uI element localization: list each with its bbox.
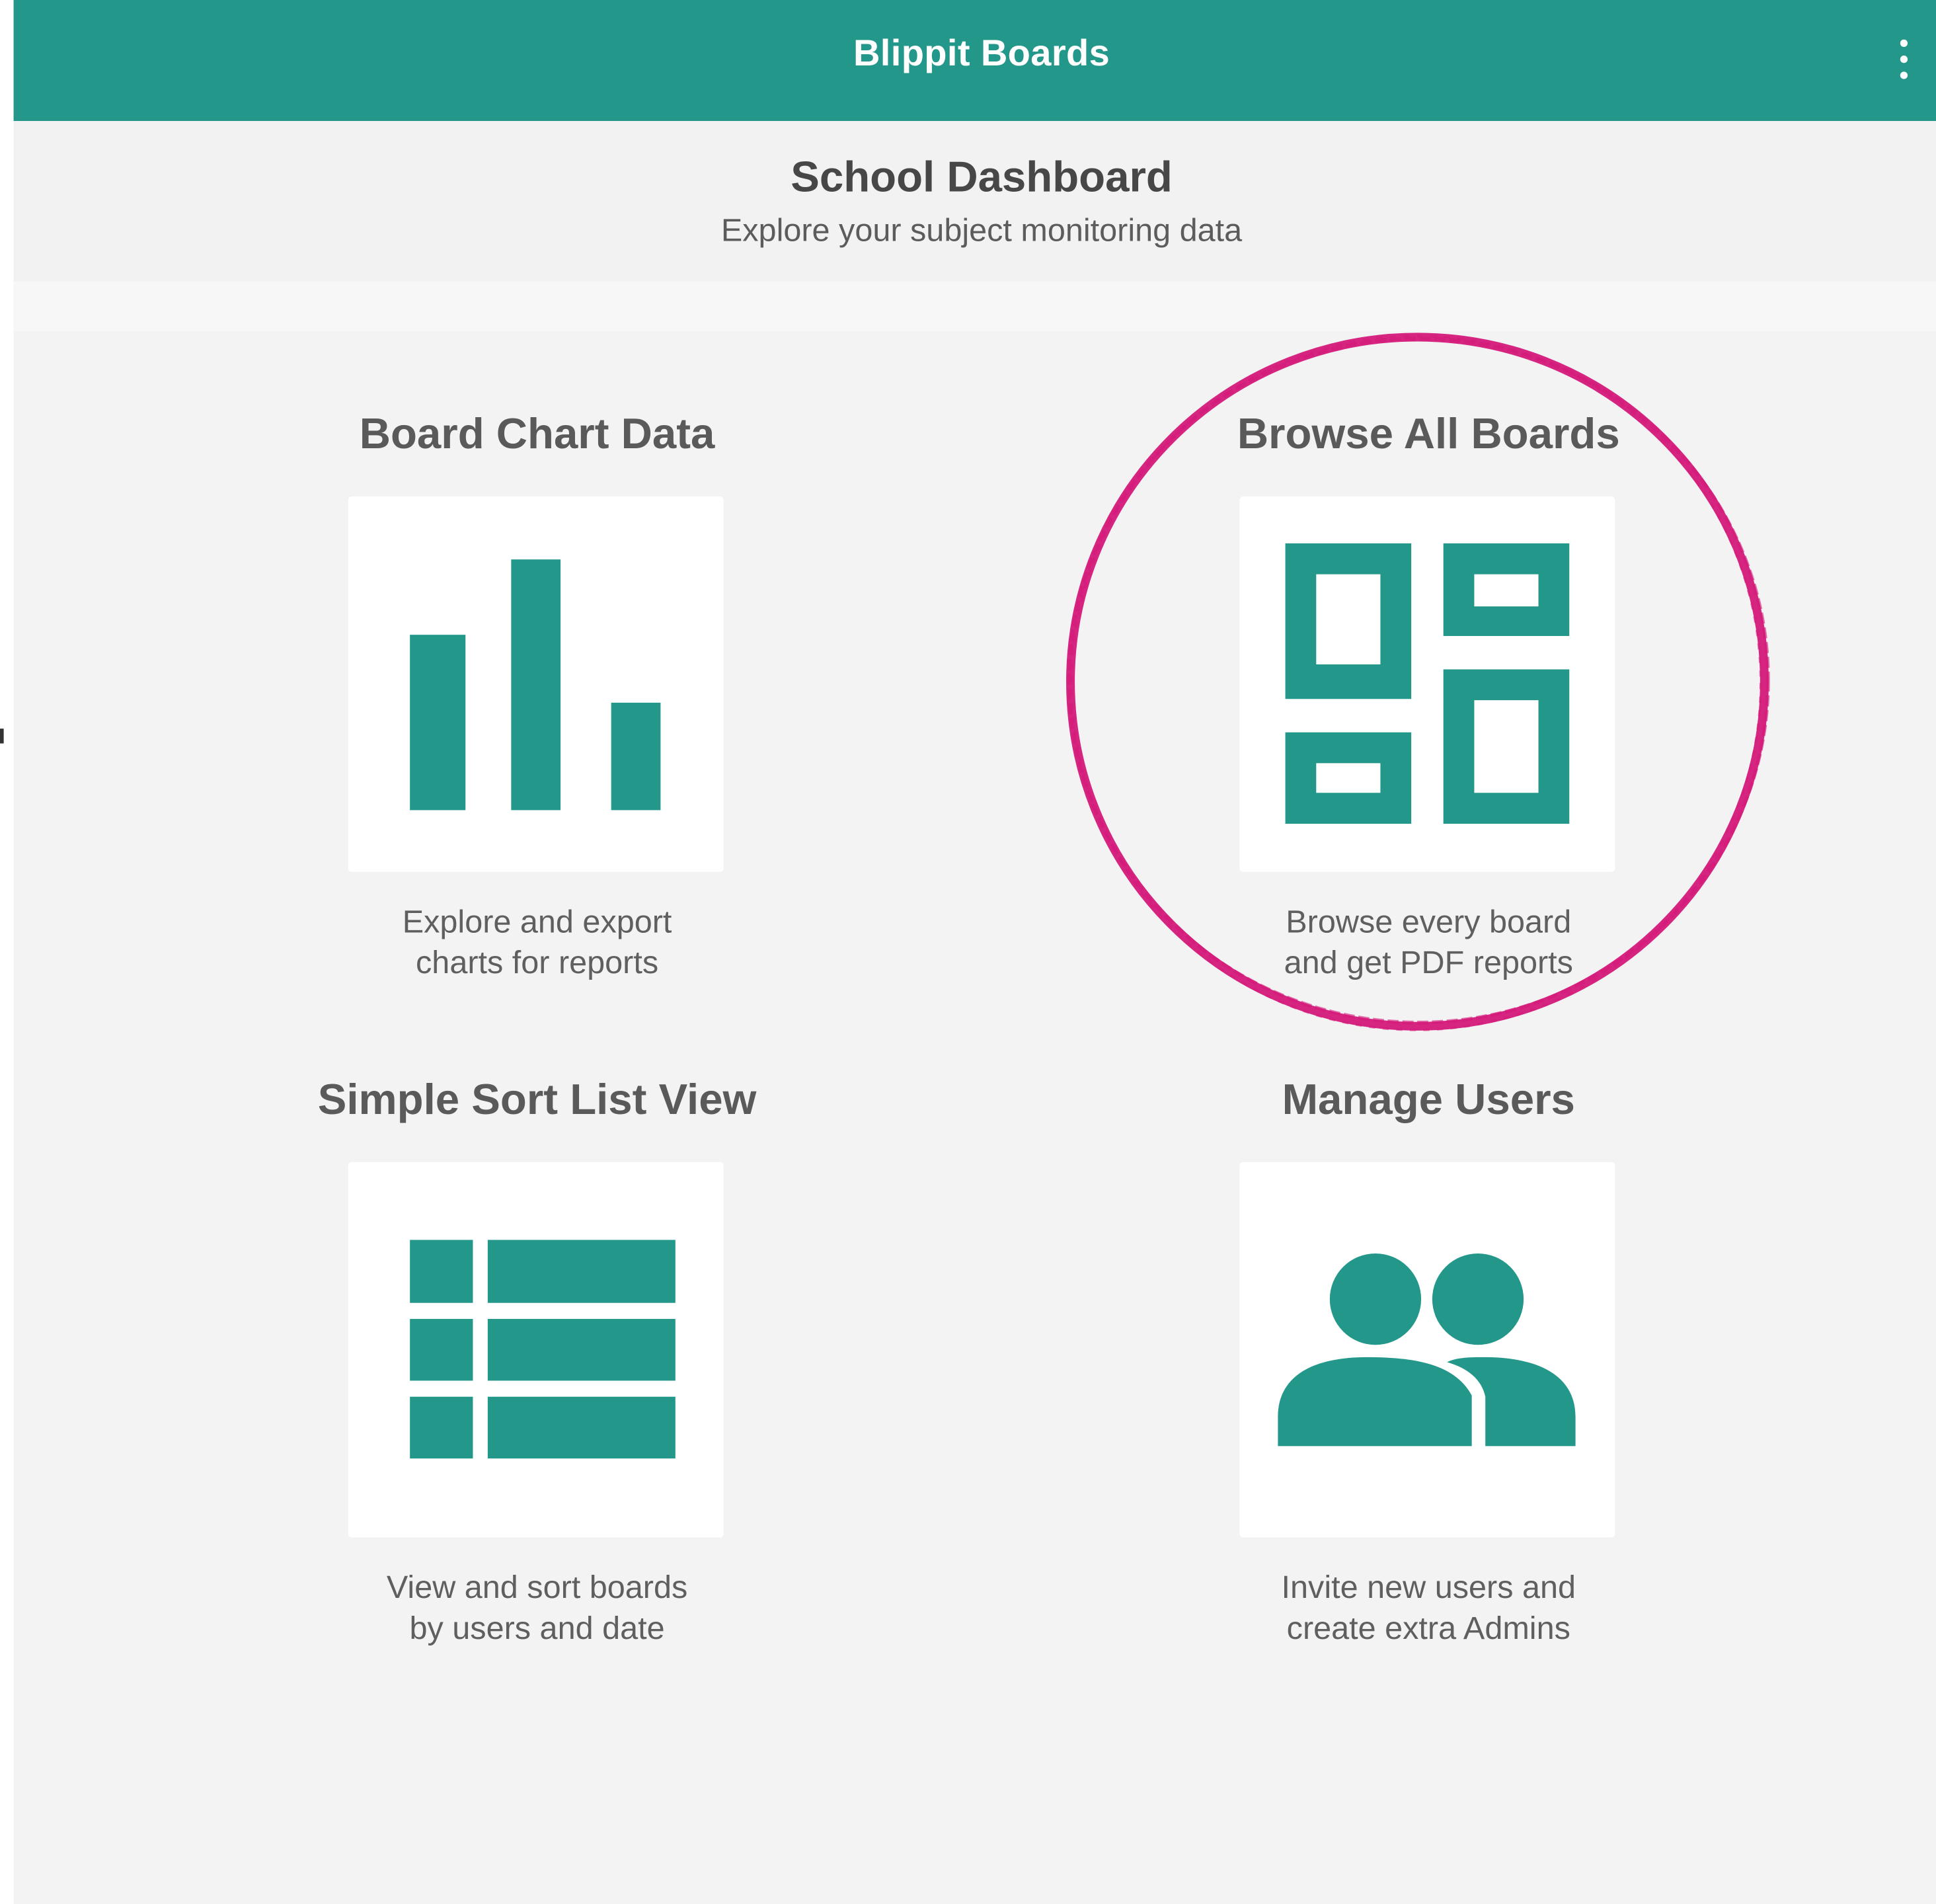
header-divider [13, 281, 1936, 331]
dashboard-grid: Board Chart Data Explore and export char… [13, 331, 1936, 1904]
dashboard-header: School Dashboard Explore your subject mo… [13, 121, 1936, 282]
card-description: Explore and export charts for reports [229, 902, 846, 983]
more-vert-icon[interactable] [1888, 34, 1920, 84]
card-title[interactable]: Browse All Boards [1120, 410, 1737, 459]
card-description-line: and get PDF reports [1284, 943, 1573, 981]
page-subtitle: Explore your subject monitoring data [720, 211, 1243, 249]
card-description-line: charts for reports [416, 943, 659, 981]
board-chart-data-tile[interactable] [348, 496, 724, 872]
app-bar: Blippit Boards [13, 0, 1936, 122]
card-title[interactable]: Board Chart Data [229, 410, 846, 459]
card-description-line: Explore and export [402, 902, 672, 940]
dashboard-grid-icon [1285, 543, 1570, 824]
screen: Blippit Boards School Dashboard Explore … [0, 0, 1936, 1904]
app-window: Blippit Boards School Dashboard Explore … [13, 0, 1936, 1904]
card-description-line: Browse every board [1286, 902, 1572, 940]
card-title[interactable]: Manage Users [1120, 1076, 1737, 1125]
browse-all-boards-tile[interactable] [1239, 496, 1615, 872]
card-description-line: create extra Admins [1286, 1609, 1570, 1647]
card-description: Browse every board and get PDF reports [1120, 902, 1737, 983]
page-title: School Dashboard [791, 153, 1173, 202]
app-title: Blippit Boards [853, 33, 1110, 75]
card-title[interactable]: Simple Sort List View [229, 1076, 846, 1125]
edge-artifact [0, 729, 4, 744]
card-description: Invite new users and create extra Admins [1120, 1567, 1737, 1648]
card-description-line: by users and date [409, 1609, 665, 1647]
card-description-line: Invite new users and [1281, 1568, 1576, 1606]
simple-sort-list-view-tile[interactable] [348, 1162, 724, 1538]
manage-users-tile[interactable] [1239, 1162, 1615, 1538]
users-icon [1278, 1253, 1576, 1447]
list-view-icon [410, 1240, 676, 1459]
bar-chart-icon [410, 559, 661, 811]
card-description-line: View and sort boards [386, 1568, 688, 1606]
card-description: View and sort boards by users and date [229, 1567, 846, 1648]
